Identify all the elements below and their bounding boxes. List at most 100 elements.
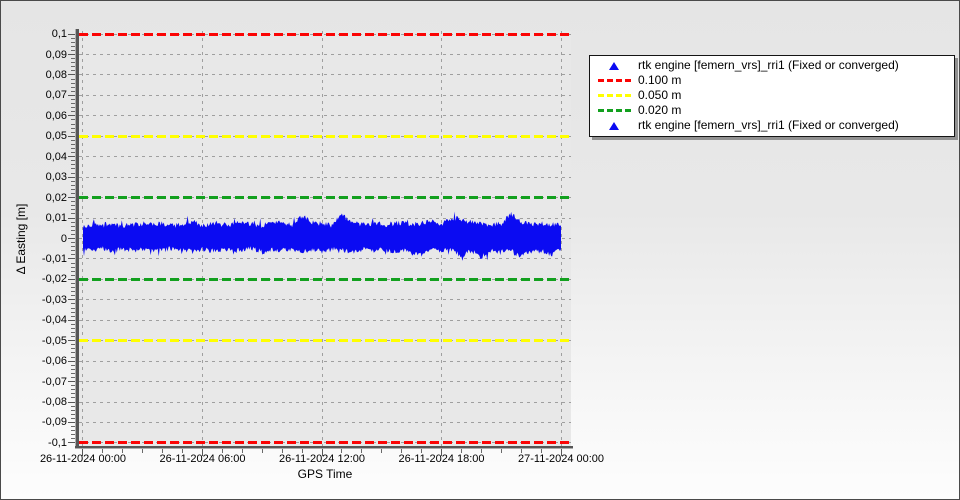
y-minor-tick [71,189,75,190]
y-minor-tick [71,205,75,206]
y-major-tick [68,34,75,35]
legend-marker [590,62,638,70]
x-minor-tick [182,449,183,453]
y-tick-label: 0,04 [1,151,67,163]
y-minor-tick [71,267,75,268]
legend-marker [590,94,638,97]
y-minor-tick [71,160,75,161]
y-tick-label: -0,07 [1,376,67,388]
legend-row: 0.100 m [590,73,954,88]
y-minor-tick [71,222,75,223]
x-axis-title: GPS Time [79,467,571,481]
threshold-line [79,339,571,342]
y-minor-tick [71,324,75,325]
y-minor-tick [71,365,75,366]
y-minor-tick [71,164,75,165]
y-minor-tick [71,275,75,276]
y-minor-tick [71,124,75,125]
y-minor-tick [71,66,75,67]
legend-label: rtk engine [femern_vrs]_rri1 (Fixed or c… [638,58,899,73]
y-minor-tick [71,140,75,141]
x-minor-tick [361,449,362,453]
y-tick-label: 0,08 [1,69,67,81]
y-minor-tick [71,62,75,63]
y-minor-tick [71,414,75,415]
y-minor-tick [71,70,75,71]
y-minor-tick [71,410,75,411]
threshold-line [79,135,571,138]
y-minor-tick [71,393,75,394]
y-tick-label: -0,09 [1,416,67,428]
y-minor-tick [71,291,75,292]
threshold-line [79,278,571,281]
y-minor-tick [71,352,75,353]
dash-line-icon [598,94,631,97]
triangle-marker-icon [609,122,619,130]
y-minor-tick [71,46,75,47]
y-tick-label: 0,05 [1,130,67,142]
x-minor-tick [242,449,243,453]
legend-label: 0.050 m [638,88,681,103]
y-major-tick [68,402,75,403]
x-minor-tick [122,449,123,453]
y-minor-tick [71,58,75,59]
y-major-tick [68,340,75,341]
y-major-tick [68,422,75,423]
y-minor-tick [71,263,75,264]
x-minor-tick [341,449,342,453]
x-axis-line [75,446,573,449]
y-major-tick [68,197,75,198]
y-tick-label: -0,03 [1,294,67,306]
threshold-line [79,196,571,199]
y-minor-tick [71,83,75,84]
y-minor-tick [71,250,75,251]
y-minor-tick [71,312,75,313]
y-major-tick [68,381,75,382]
y-minor-tick [71,385,75,386]
dash-line-icon [598,79,631,82]
y-tick-label: -0,05 [1,335,67,347]
y-minor-tick [71,42,75,43]
y-tick-label: -0,06 [1,355,67,367]
y-minor-tick [71,128,75,129]
chart-window: 0,10,090,080,070,060,050,040,030,020,010… [0,0,960,500]
y-minor-tick [71,132,75,133]
y-minor-tick [71,99,75,100]
y-minor-tick [71,357,75,358]
y-major-tick [68,136,75,137]
y-major-tick [68,54,75,55]
y-major-tick [68,361,75,362]
y-minor-tick [71,242,75,243]
x-minor-tick [381,449,382,453]
y-major-tick [68,238,75,239]
y-minor-tick [71,226,75,227]
data-band-series [79,31,571,446]
x-minor-tick [401,449,402,453]
y-minor-tick [71,201,75,202]
y-tick-label: 0,03 [1,171,67,183]
y-minor-tick [71,111,75,112]
y-tick-label: -0,04 [1,314,67,326]
y-minor-tick [71,230,75,231]
y-minor-tick [71,308,75,309]
y-minor-tick [71,193,75,194]
y-minor-tick [71,144,75,145]
y-minor-tick [71,168,75,169]
x-minor-tick [421,449,422,453]
x-tick-label: 27-11-2024 00:00 [496,453,626,466]
triangle-marker-icon [609,62,619,70]
y-minor-tick [71,119,75,120]
y-minor-tick [71,91,75,92]
legend-row: 0.050 m [590,88,954,103]
y-minor-tick [71,348,75,349]
threshold-line [79,441,571,444]
x-minor-tick [142,449,143,453]
x-minor-tick [102,449,103,453]
y-minor-tick [71,295,75,296]
y-minor-tick [71,328,75,329]
y-minor-tick [71,418,75,419]
y-minor-tick [71,332,75,333]
y-tick-label: 0 [1,233,67,245]
y-major-tick [68,115,75,116]
y-major-tick [68,177,75,178]
